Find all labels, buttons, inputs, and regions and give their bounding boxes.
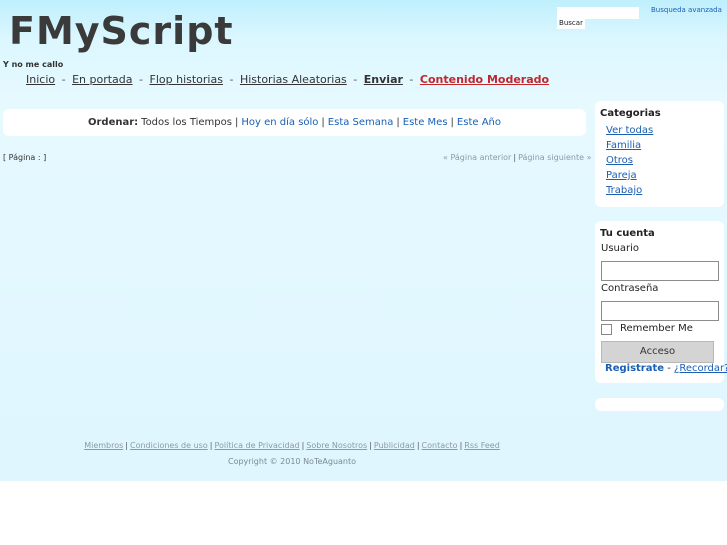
nav-inicio[interactable]: Inicio	[26, 73, 55, 86]
username-input[interactable]	[601, 261, 719, 281]
footer-separator: |	[416, 441, 420, 450]
page-info: [ Página : ]	[3, 153, 47, 162]
password-label: Contraseña	[601, 283, 659, 294]
login-button[interactable]: Acceso	[601, 341, 714, 363]
account-title: Tu cuenta	[600, 228, 655, 239]
register-line: Registrate - ¿Recordar?	[605, 363, 727, 374]
footer-separator: |	[209, 441, 213, 450]
nav-separator: -	[61, 73, 66, 86]
footer-link-contacto[interactable]: Contacto	[422, 441, 458, 450]
nav-en-portada[interactable]: En portada	[72, 73, 132, 86]
nav-contenido-moderado[interactable]: Contenido Moderado	[420, 73, 549, 86]
copyright: Copyright © 2010 NoTeAguanto	[227, 457, 357, 466]
order-bar: Ordenar: Todos los Tiempos | Hoy en día …	[3, 109, 586, 136]
pager-separator: |	[513, 153, 517, 162]
category-ver-todas[interactable]: Ver todas	[606, 125, 653, 136]
site-logo[interactable]: FMyScript	[9, 8, 234, 54]
footer-separator: |	[459, 441, 463, 450]
order-today-link[interactable]: Hoy en día sólo	[241, 117, 318, 128]
footer-links: Miembros | Condiciones de uso | Política de …	[0, 441, 584, 450]
nav-historias-aleatorias[interactable]: Historias Aleatorias	[240, 73, 347, 86]
footer-link-sobre-nosotros[interactable]: Sobre Nosotros	[306, 441, 367, 450]
footer-link-condiciones[interactable]: Condiciones de uso	[130, 441, 208, 450]
main-nav: Inicio - En portada - Flop historias - H…	[26, 73, 549, 86]
order-month-link[interactable]: Este Mes	[403, 117, 448, 128]
account-panel: Tu cuenta Usuario Contraseña Remember Me…	[595, 221, 727, 383]
register-link[interactable]: Registrate	[605, 363, 664, 374]
remember-me-label: Remember Me	[620, 323, 693, 334]
order-week-link[interactable]: Esta Semana	[328, 117, 394, 128]
order-year-link[interactable]: Este Año	[457, 117, 501, 128]
footer-link-rss[interactable]: Rss Feed	[464, 441, 500, 450]
site-tagline: Y no me callo	[3, 60, 64, 69]
order-separator: |	[450, 117, 454, 128]
footer-separator: |	[301, 441, 305, 450]
advanced-search-link[interactable]: Busqueda avanzada	[651, 6, 722, 14]
prev-page-link[interactable]: « Página anterior	[443, 153, 511, 162]
footer-link-miembros[interactable]: Miembros	[84, 441, 123, 450]
nav-separator: -	[139, 73, 144, 86]
empty-sidebar-panel	[595, 398, 724, 411]
order-separator: |	[234, 117, 239, 128]
nav-flop-historias[interactable]: Flop historias	[150, 73, 223, 86]
order-separator: |	[321, 117, 325, 128]
order-separator: |	[396, 117, 400, 128]
categories-title: Categorias	[600, 108, 661, 119]
category-pareja[interactable]: Pareja	[606, 170, 637, 181]
remember-me-checkbox[interactable]	[601, 324, 612, 335]
category-otros[interactable]: Otros	[606, 155, 633, 166]
nav-separator: -	[229, 73, 234, 86]
page-background: FMyScript Y no me callo Buscar Busqueda …	[0, 0, 727, 481]
category-familia[interactable]: Familia	[606, 140, 641, 151]
footer-separator: |	[369, 441, 372, 450]
categories-panel: Categorias Ver todas Familia Otros Parej…	[595, 101, 724, 207]
nav-enviar[interactable]: Enviar	[364, 73, 403, 86]
nav-separator: -	[409, 73, 414, 86]
order-current: Todos los Tiempos	[141, 117, 232, 128]
order-label: Ordenar:	[87, 117, 139, 128]
next-page-link[interactable]: Página siguiente »	[518, 153, 591, 162]
register-separator: -	[667, 363, 671, 374]
pager: « Página anterior | Página siguiente »	[443, 153, 592, 162]
search-button[interactable]: Buscar	[557, 18, 585, 29]
password-input[interactable]	[601, 301, 719, 321]
category-trabajo[interactable]: Trabajo	[606, 185, 642, 196]
footer-link-publicidad[interactable]: Publicidad	[374, 441, 415, 450]
username-label: Usuario	[601, 243, 640, 254]
recover-password-link[interactable]: ¿Recordar?	[674, 363, 727, 374]
footer-link-privacidad[interactable]: Política de Privacidad	[214, 441, 299, 450]
nav-separator: -	[353, 73, 358, 86]
footer-separator: |	[125, 441, 128, 450]
